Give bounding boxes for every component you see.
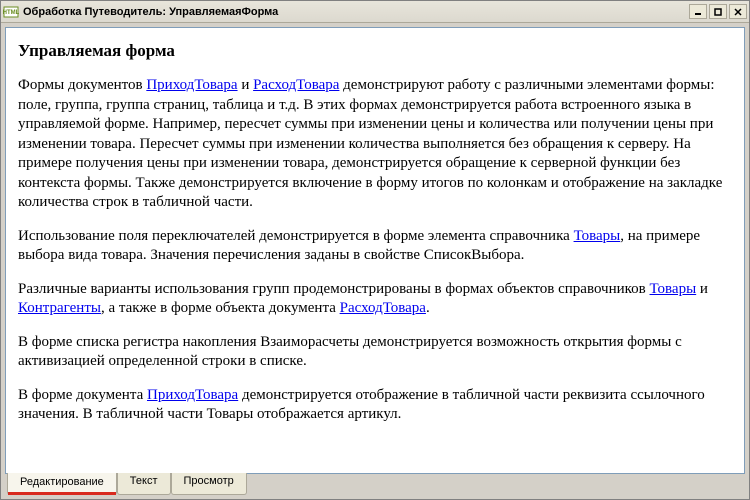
bottom-tabs: Редактирование Текст Просмотр [5, 473, 745, 495]
paragraph-5: В форме документа ПриходТовара демонстри… [18, 386, 732, 425]
tab-preview[interactable]: Просмотр [171, 473, 247, 495]
page-heading: Управляемая форма [18, 40, 732, 62]
link-prihod-tovara[interactable]: ПриходТовара [146, 77, 237, 93]
titlebar: HTML Обработка Путеводитель: Управляемая… [1, 1, 749, 23]
app-window: HTML Обработка Путеводитель: Управляемая… [0, 0, 750, 500]
minimize-button[interactable] [689, 4, 707, 19]
paragraph-1: Формы документов ПриходТовара и РасходТо… [18, 76, 732, 213]
link-kontragenty[interactable]: Контрагенты [18, 300, 101, 316]
editor-content[interactable]: Управляемая форма Формы документов Прихо… [5, 27, 745, 474]
link-prihod-tovara-2[interactable]: ПриходТовара [147, 387, 238, 403]
link-tovary[interactable]: Товары [574, 228, 621, 244]
paragraph-4: В форме списка регистра накопления Взаим… [18, 333, 732, 372]
html-icon: HTML [3, 4, 19, 20]
window-title: Обработка Путеводитель: УправляемаяФорма [23, 6, 689, 18]
close-button[interactable] [729, 4, 747, 19]
tab-text[interactable]: Текст [117, 473, 171, 495]
content-wrap: Управляемая форма Формы документов Прихо… [5, 27, 745, 495]
paragraph-3: Различные варианты использования групп п… [18, 280, 732, 319]
link-rashod-tovara-2[interactable]: РасходТовара [340, 300, 426, 316]
link-rashod-tovara[interactable]: РасходТовара [253, 77, 339, 93]
paragraph-2: Использование поля переключателей демонс… [18, 227, 732, 266]
maximize-button[interactable] [709, 4, 727, 19]
svg-text:HTML: HTML [3, 10, 19, 16]
link-tovary-2[interactable]: Товары [650, 281, 697, 297]
tab-edit[interactable]: Редактирование [7, 473, 117, 495]
